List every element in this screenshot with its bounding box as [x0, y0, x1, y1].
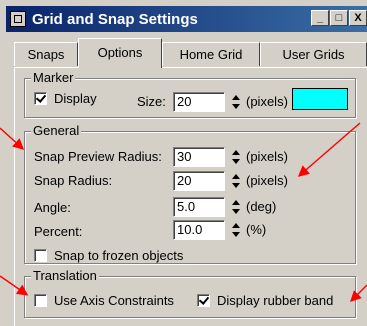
snap-frozen-row[interactable]: Snap to frozen objects	[34, 248, 183, 263]
display-rubber-band-checkbox[interactable]	[197, 294, 210, 307]
snap-radius-spinner[interactable]	[231, 172, 241, 190]
title-buttons: _ □ X	[311, 10, 367, 26]
marker-color-swatch[interactable]	[292, 88, 348, 110]
size-label: Size:	[137, 94, 166, 109]
window-title: Grid and Snap Settings	[32, 10, 198, 28]
snap-preview-radius-spinner[interactable]	[231, 148, 241, 166]
snap-radius-label: Snap Radius:	[34, 173, 113, 188]
percent-label: Percent:	[34, 224, 83, 239]
title-bar[interactable]: Grid and Snap Settings _ □ X	[6, 6, 367, 32]
size-spinner[interactable]	[231, 93, 241, 111]
use-axis-constraints-checkbox[interactable]	[34, 294, 47, 307]
size-unit: (pixels)	[246, 94, 288, 109]
marker-group-label: Marker	[31, 70, 76, 85]
maximize-button[interactable]: □	[330, 10, 348, 26]
snap-frozen-label: Snap to frozen objects	[54, 248, 184, 263]
percent-input[interactable]: 10.0	[173, 220, 225, 240]
tab-options[interactable]: Options	[78, 38, 162, 68]
translation-group-label: Translation	[31, 268, 99, 283]
snap-radius-input[interactable]: 20	[173, 171, 225, 191]
snap-frozen-checkbox[interactable]	[34, 249, 47, 262]
display-checkbox-row[interactable]: Display	[34, 91, 97, 106]
display-rubber-band-label: Display rubber band	[217, 293, 334, 308]
snap-preview-radius-unit: (pixels)	[246, 149, 288, 164]
snap-preview-radius-label: Snap Preview Radius:	[34, 149, 162, 164]
minimize-button[interactable]: _	[311, 10, 329, 26]
tab-user-grids[interactable]: User Grids	[260, 42, 367, 66]
angle-spinner[interactable]	[231, 198, 241, 216]
display-checkbox[interactable]	[34, 92, 47, 105]
angle-input[interactable]: 5.0	[173, 197, 225, 217]
tab-home-grid[interactable]: Home Grid	[162, 42, 260, 66]
angle-label: Angle:	[34, 200, 71, 215]
snap-preview-radius-input[interactable]: 30	[173, 147, 225, 167]
tab-snaps[interactable]: Snaps	[14, 42, 78, 66]
percent-spinner[interactable]	[231, 221, 241, 239]
use-axis-constraints-row[interactable]: Use Axis Constraints	[34, 293, 174, 308]
close-button[interactable]: X	[349, 10, 367, 26]
grid-snap-settings-window: Grid and Snap Settings _ □ X Snaps Optio…	[0, 0, 367, 326]
general-group-label: General	[31, 123, 82, 138]
angle-unit: (deg)	[246, 199, 277, 214]
display-label: Display	[54, 91, 97, 106]
size-input[interactable]: 20	[173, 92, 225, 112]
snap-radius-unit: (pixels)	[246, 173, 288, 188]
display-rubber-band-row[interactable]: Display rubber band	[197, 293, 333, 308]
use-axis-constraints-label: Use Axis Constraints	[54, 293, 174, 308]
app-icon	[10, 11, 26, 27]
percent-unit: (%)	[246, 222, 267, 237]
